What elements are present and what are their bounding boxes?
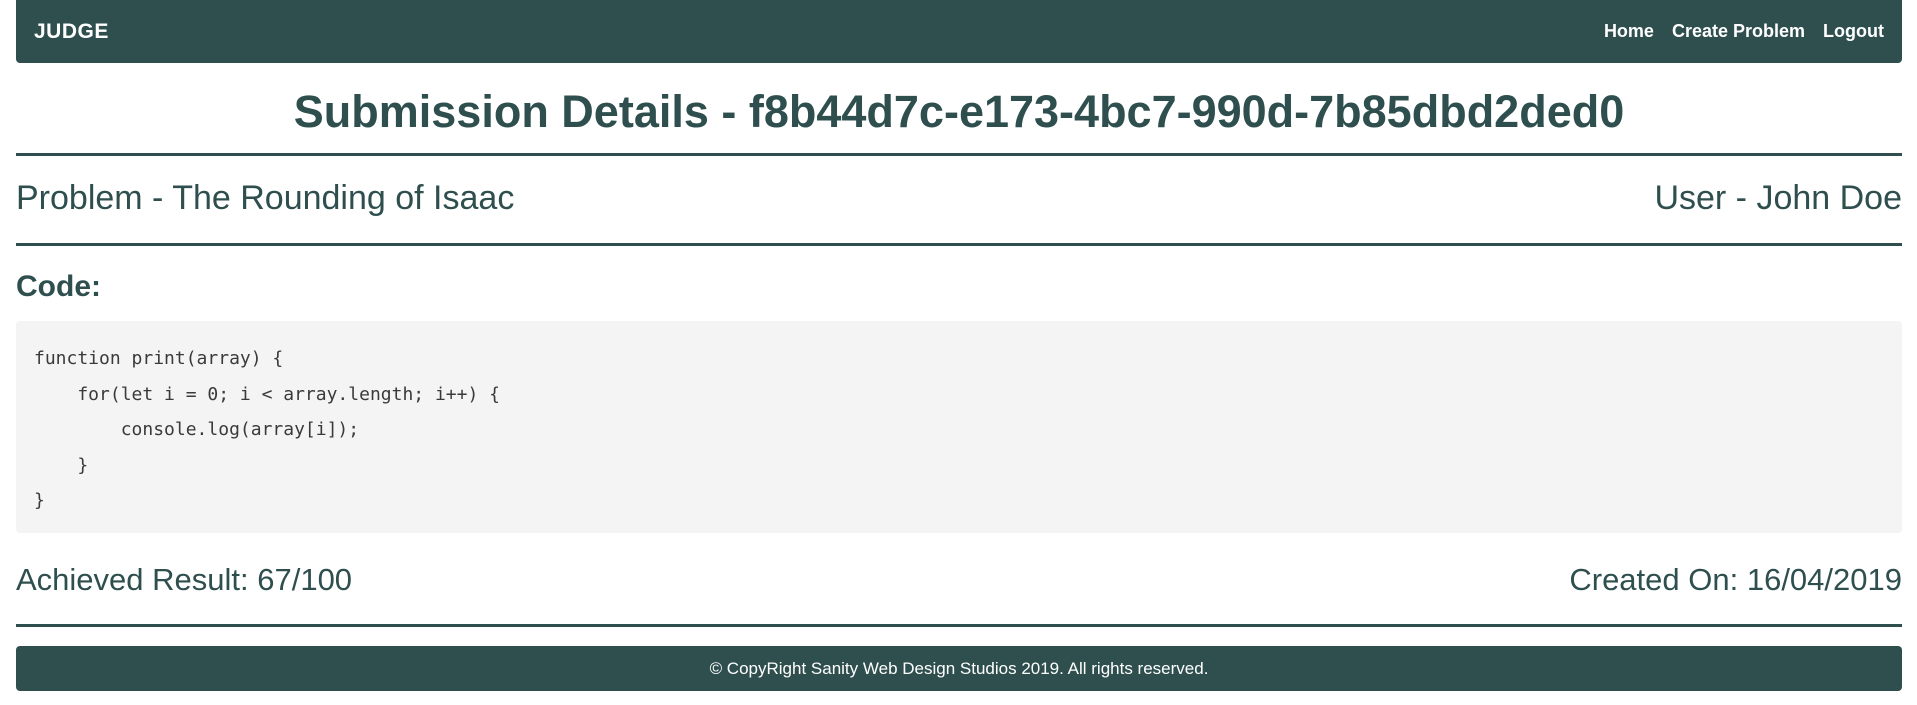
code-line: for(let i = 0; i < array.length; i++) { bbox=[34, 383, 500, 405]
divider bbox=[16, 153, 1902, 156]
created-on: Created On: 16/04/2019 bbox=[1569, 562, 1902, 597]
achieved-result: Achieved Result: 67/100 bbox=[16, 562, 353, 597]
code-line: function print(array) { bbox=[34, 348, 284, 369]
result-row: Achieved Result: 67/100 Created On: 16/0… bbox=[16, 558, 1902, 602]
problem-name: Problem - The Rounding of Isaac bbox=[16, 178, 515, 217]
user-name: User - John Doe bbox=[1654, 178, 1902, 217]
code-line: } bbox=[34, 454, 89, 476]
code-block: function print(array) { for(let i = 0; i… bbox=[16, 321, 1902, 533]
footer-copyright: © CopyRight Sanity Web Design Studios 20… bbox=[709, 658, 1209, 678]
divider bbox=[16, 624, 1902, 627]
nav-home-link[interactable]: Home bbox=[1604, 21, 1654, 42]
brand-logo[interactable]: JUDGE bbox=[34, 20, 109, 44]
problem-info-row: Problem - The Rounding of Isaac User - J… bbox=[16, 176, 1902, 220]
divider bbox=[16, 243, 1902, 246]
code-line: } bbox=[34, 490, 45, 511]
code-line: console.log(array[i]); bbox=[34, 419, 360, 440]
navbar: JUDGE Home Create Problem Logout bbox=[16, 0, 1902, 63]
nav-logout-link[interactable]: Logout bbox=[1823, 21, 1884, 42]
code-heading: Code: bbox=[16, 270, 101, 303]
page-title: Submission Details - f8b44d7c-e173-4bc7-… bbox=[293, 86, 1625, 137]
nav-links: Home Create Problem Logout bbox=[1604, 21, 1884, 42]
footer: © CopyRight Sanity Web Design Studios 20… bbox=[16, 646, 1902, 691]
nav-create-problem-link[interactable]: Create Problem bbox=[1672, 21, 1805, 42]
